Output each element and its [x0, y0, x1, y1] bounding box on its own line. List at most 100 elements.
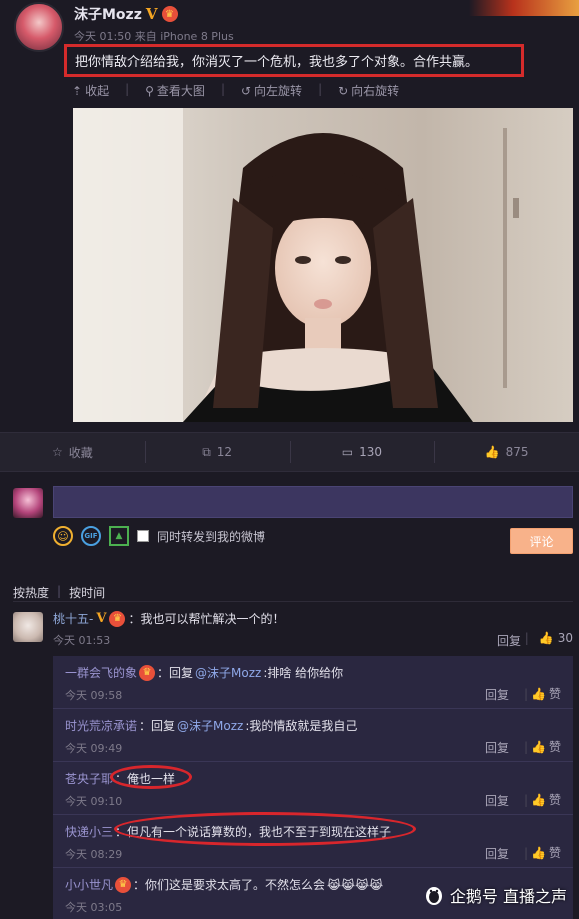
reply-like-button[interactable]: | 👍 赞 — [524, 791, 561, 808]
divider: | — [523, 739, 529, 754]
reply-prefix: ：回复 — [157, 666, 194, 680]
reply-like-button[interactable]: | 👍 赞 — [524, 844, 561, 861]
comment-tab-button[interactable]: ▭ 130 — [289, 441, 435, 463]
commenter-avatar[interactable] — [13, 612, 43, 642]
reply-text: ：但凡有一个说话算数的，我也不至于到现在这样子 — [115, 825, 392, 839]
thumbs-up-icon: 👍 — [531, 792, 546, 807]
divider: | — [524, 631, 529, 645]
repost-icon: ⧉ — [202, 444, 211, 459]
repost-checkbox[interactable] — [137, 530, 149, 542]
post-action-bar: ☆ 收藏 ⧉ 12 ▭ 130 👍 875 — [0, 432, 579, 472]
reply-item: 苍央子耶 ：俺也一样 今天 09:10 回复 | 👍 赞 — [53, 762, 573, 815]
author-row: 沫子Mozz V ♛ — [74, 4, 178, 24]
reply-like-label: 赞 — [548, 740, 561, 754]
comment-text: ：我也可以帮忙解决一个的！ — [128, 612, 285, 626]
divider: | — [318, 82, 323, 96]
sort-by-hot-tab[interactable]: 按热度 — [13, 584, 49, 601]
reply-user[interactable]: 一群会飞的象 — [65, 664, 137, 681]
rotate-left-button[interactable]: ↺ 向左旋转 — [241, 82, 302, 99]
reply-item: 时光荒凉承诺 ：回复 @沫子Mozz :我的情敌就是我自己 今天 09:49 回… — [53, 709, 573, 762]
reply-line: 小小世凡 ♛ ：你们这是要求太高了。不然怎么会 😹😹😹😹 — [65, 876, 383, 893]
comment-like-button[interactable]: | 👍 30 — [525, 631, 573, 645]
reply-list: 一群会飞的象 ♛ ：回复 @沫子Mozz :排啥 给你给你 今天 09:58 回… — [53, 656, 573, 919]
emoji-stickers-icon: 😹😹😹😹 — [327, 877, 384, 892]
favorite-button[interactable]: ☆ 收藏 — [0, 444, 145, 461]
reply-line: 苍央子耶 ：俺也一样 — [65, 770, 175, 787]
like-button[interactable]: 👍 875 — [434, 441, 579, 463]
divider: | — [523, 792, 529, 807]
comment-input[interactable] — [53, 486, 573, 518]
image-icon[interactable]: ▲ — [109, 526, 129, 546]
post-meta: 今天 01:50 来自 iPhone 8 Plus — [74, 30, 234, 43]
emoji-icon[interactable]: ☺ — [53, 526, 73, 546]
reply-text: ：你们这是要求太高了。不然怎么会 — [133, 878, 326, 892]
reply-button[interactable]: 回复 — [485, 739, 509, 756]
comment-like-count: 30 — [557, 631, 573, 645]
reply-prefix: ：回复 — [139, 719, 176, 733]
vip-crown-icon: ♛ — [109, 610, 126, 627]
reply-user[interactable]: 快递小三 — [65, 823, 113, 840]
reply-button[interactable]: 回复 — [497, 632, 521, 649]
reply-line: 一群会飞的象 ♛ ：回复 @沫子Mozz :排啥 给你给你 — [65, 664, 343, 681]
comment-item: 桃十五- V ♛ ：我也可以帮忙解决一个的！ 今天 01:53 回复 | 👍 3… — [0, 606, 579, 654]
thumbs-up-icon: 👍 — [484, 445, 500, 459]
vip-crown-icon: ♛ — [161, 6, 178, 22]
reply-user[interactable]: 小小世凡 — [65, 876, 113, 893]
commenter-name[interactable]: 桃十五- — [53, 610, 93, 627]
verified-icon: V — [145, 5, 158, 23]
reply-time: 今天 09:58 — [65, 689, 123, 702]
divider: | — [523, 686, 529, 701]
gif-icon[interactable]: GIF — [81, 526, 101, 546]
post-header: 沫子Mozz V ♛ 今天 01:50 来自 iPhone 8 Plus 把你情… — [0, 0, 579, 110]
thumbs-up-icon: 👍 — [531, 739, 546, 754]
watermark: 企鹅号 直播之声 — [424, 883, 567, 907]
thumbs-up-icon: 👍 — [538, 631, 554, 645]
reply-item: 快递小三 ：但凡有一个说话算数的，我也不至于到现在这样子 今天 08:29 回复… — [53, 815, 573, 868]
reply-like-button[interactable]: | 👍 赞 — [524, 738, 561, 755]
rotate-left-icon: ↺ — [240, 83, 252, 98]
collapse-icon: ⇡ — [72, 83, 83, 98]
penguin-logo-icon — [425, 887, 442, 905]
view-large-label: 查看大图 — [156, 84, 205, 98]
image-tools: ⇡ 收起 | ⚲ 查看大图 | ↺ 向左旋转 | ↻ 向右旋转 — [72, 82, 399, 99]
vip-crown-icon: ♛ — [115, 876, 132, 893]
reply-time: 今天 08:29 — [65, 848, 123, 861]
reply-mention[interactable]: @沫子Mozz — [177, 717, 243, 734]
repost-button[interactable]: ⧉ 12 — [144, 440, 290, 463]
verified-icon: V — [96, 611, 107, 626]
divider: | — [220, 82, 225, 96]
vip-crown-icon: ♛ — [139, 664, 156, 681]
composer-tools: ☺ GIF ▲ 同时转发到我的微博 — [53, 526, 265, 546]
comment-line: 桃十五- V ♛ ：我也可以帮忙解决一个的！ — [53, 610, 284, 627]
comment-count: 130 — [359, 445, 382, 459]
decorative-banner — [469, 0, 579, 16]
reply-item: 一群会飞的象 ♛ ：回复 @沫子Mozz :排啥 给你给你 今天 09:58 回… — [53, 656, 573, 709]
collapse-button[interactable]: ⇡ 收起 — [72, 82, 109, 99]
reply-text: ：俺也一样 — [115, 772, 176, 786]
divider: | — [523, 845, 529, 860]
reply-time: 今天 09:10 — [65, 795, 123, 808]
sort-by-time-tab[interactable]: 按时间 — [69, 584, 105, 601]
reply-user[interactable]: 时光荒凉承诺 — [65, 717, 137, 734]
reply-user[interactable]: 苍央子耶 — [65, 770, 113, 787]
reply-like-label: 赞 — [548, 846, 561, 860]
comment-sort: 按热度 | 按时间 — [13, 584, 105, 601]
view-large-button[interactable]: ⚲ 查看大图 — [145, 82, 205, 99]
reply-like-label: 赞 — [548, 687, 561, 701]
reply-mention[interactable]: @沫子Mozz — [195, 664, 261, 681]
author-avatar[interactable] — [14, 2, 64, 52]
author-name[interactable]: 沫子Mozz — [74, 4, 142, 24]
thumbs-up-icon: 👍 — [531, 686, 546, 701]
reply-line: 快递小三 ：但凡有一个说话算数的，我也不至于到现在这样子 — [65, 823, 391, 840]
reply-text: :我的情敌就是我自己 — [245, 719, 358, 733]
reply-button[interactable]: 回复 — [485, 845, 509, 862]
reply-like-button[interactable]: | 👍 赞 — [524, 685, 561, 702]
rotate-right-label: 向右旋转 — [351, 84, 400, 98]
reply-button[interactable]: 回复 — [485, 792, 509, 809]
reply-button[interactable]: 回复 — [485, 686, 509, 703]
submit-comment-button[interactable]: 评论 — [510, 528, 573, 554]
reply-time: 今天 09:49 — [65, 742, 123, 755]
post-photo[interactable] — [73, 108, 573, 422]
reply-line: 时光荒凉承诺 ：回复 @沫子Mozz :我的情敌就是我自己 — [65, 717, 357, 734]
rotate-right-button[interactable]: ↻ 向右旋转 — [338, 82, 399, 99]
